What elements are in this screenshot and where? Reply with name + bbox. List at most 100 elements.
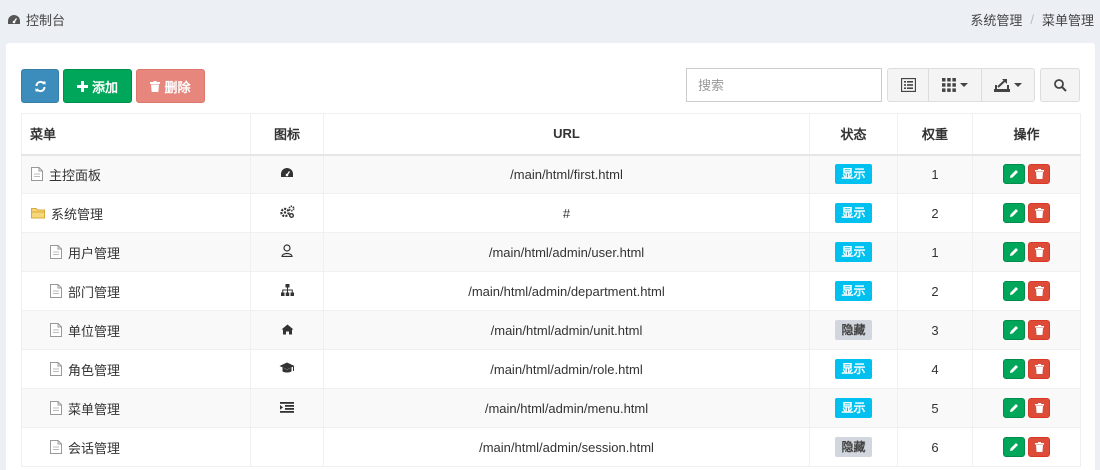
url-cell: /main/html/admin/role.html — [323, 349, 810, 389]
table-row[interactable]: 系统管理 # 显示 2 — [21, 193, 1081, 233]
delete-button[interactable]: 删除 — [136, 69, 205, 103]
delete-row-button[interactable] — [1028, 242, 1050, 262]
status-cell: 显示 — [809, 388, 898, 428]
menu-name: 会话管理 — [68, 440, 121, 456]
url-cell: /main/html/admin/session.html — [323, 427, 810, 467]
chevron-down-icon — [1014, 83, 1022, 87]
breadcrumb-system[interactable]: 系统管理 — [970, 10, 1022, 29]
page-title: 控制台 — [26, 13, 66, 28]
column-header-url[interactable]: URL — [323, 113, 810, 156]
delete-row-button[interactable] — [1028, 164, 1050, 185]
table-row[interactable]: 部门管理 /main/html/admin/department.html 显示… — [21, 271, 1081, 311]
delete-row-button[interactable] — [1028, 359, 1050, 379]
breadcrumb-menu: 菜单管理 — [1041, 13, 1094, 28]
edit-button[interactable] — [1003, 281, 1025, 301]
dashboard-breadcrumb[interactable]: 控制台 — [7, 10, 65, 29]
graduation-cap-icon — [279, 362, 295, 374]
table-row[interactable]: 用户管理 /main/html/admin/user.html 显示 1 — [21, 232, 1081, 272]
table-row[interactable]: 会话管理 /main/html/admin/session.html 隐藏 6 — [21, 427, 1081, 467]
column-header-weight[interactable]: 权重 — [897, 113, 973, 156]
search-icon — [1053, 78, 1067, 92]
url-cell: # — [323, 193, 810, 233]
table-row[interactable]: 单位管理 /main/html/admin/unit.html 隐藏 3 — [21, 310, 1081, 350]
url-cell: /main/html/admin/unit.html — [323, 310, 810, 350]
icon-cell — [250, 154, 324, 194]
edit-button[interactable] — [1003, 164, 1025, 185]
actions-cell — [972, 388, 1081, 428]
add-button[interactable]: 添加 — [63, 69, 132, 103]
file-icon — [50, 323, 62, 337]
weight-cell: 2 — [897, 271, 973, 311]
edit-button[interactable] — [1003, 437, 1025, 457]
delete-row-button[interactable] — [1028, 281, 1050, 301]
list-icon — [900, 78, 916, 92]
edit-button[interactable] — [1003, 203, 1025, 223]
pencil-icon — [1010, 287, 1018, 295]
status-badge: 显示 — [835, 398, 872, 418]
dashboard-icon — [280, 167, 294, 179]
trash-icon — [150, 80, 161, 92]
table-row[interactable]: 菜单管理 /main/html/admin/menu.html 显示 5 — [21, 388, 1081, 428]
status-badge: 显示 — [835, 203, 872, 223]
grid-icon — [942, 78, 956, 92]
weight-cell: 1 — [897, 154, 973, 194]
folder-icon — [31, 207, 45, 219]
icon-cell — [250, 310, 324, 350]
pencil-icon — [1010, 248, 1018, 256]
refresh-button[interactable] — [21, 69, 59, 103]
delete-row-button[interactable] — [1028, 437, 1050, 457]
weight-cell: 5 — [897, 388, 973, 428]
menu-name: 菜单管理 — [68, 401, 121, 417]
trash-icon — [1034, 247, 1044, 257]
menu-cell: 系统管理 — [21, 193, 251, 233]
status-badge: 显示 — [835, 359, 872, 379]
column-header-menu[interactable]: 菜单 — [21, 113, 251, 156]
menu-table: 菜单 图标 URL 状态 权重 操作 主控面板 /main/html/first… — [21, 113, 1081, 467]
edit-button[interactable] — [1003, 398, 1025, 418]
home-icon — [281, 324, 294, 335]
column-header-actions[interactable]: 操作 — [972, 113, 1081, 156]
sitemap-icon — [280, 283, 294, 296]
delete-row-button[interactable] — [1028, 203, 1050, 223]
actions-cell — [972, 154, 1081, 194]
table-row[interactable]: 主控面板 /main/html/first.html 显示 1 — [21, 154, 1081, 194]
icon-cell — [250, 232, 324, 272]
weight-cell: 3 — [897, 310, 973, 350]
icon-cell — [250, 271, 324, 311]
edit-button[interactable] — [1003, 320, 1025, 340]
add-label: 添加 — [91, 79, 118, 95]
delete-row-button[interactable] — [1028, 398, 1050, 418]
breadcrumb: 系统管理 / 菜单管理 — [970, 10, 1094, 29]
status-cell: 隐藏 — [809, 310, 898, 350]
trash-icon — [1034, 442, 1044, 452]
search-button[interactable] — [1040, 68, 1080, 102]
plus-icon — [76, 80, 88, 92]
trash-icon — [1034, 325, 1044, 335]
icon-cell — [250, 388, 324, 428]
menu-name: 单位管理 — [68, 323, 121, 339]
edit-button[interactable] — [1003, 242, 1025, 262]
export-dropdown[interactable] — [981, 68, 1035, 102]
delete-row-button[interactable] — [1028, 320, 1050, 340]
url-cell: /main/html/first.html — [323, 154, 810, 194]
status-cell: 显示 — [809, 271, 898, 311]
menu-name: 角色管理 — [68, 362, 121, 378]
edit-button[interactable] — [1003, 359, 1025, 379]
delete-label: 删除 — [164, 79, 191, 95]
toggle-view-button[interactable] — [887, 68, 929, 102]
table-header-row: 菜单 图标 URL 状态 权重 操作 — [21, 113, 1081, 156]
menu-cell: 单位管理 — [21, 310, 251, 350]
pencil-icon — [1010, 365, 1018, 373]
indent-icon — [280, 401, 294, 413]
search-input[interactable] — [686, 68, 882, 102]
menu-name: 部门管理 — [68, 284, 121, 300]
columns-dropdown[interactable] — [928, 68, 982, 102]
status-badge: 隐藏 — [835, 437, 872, 457]
trash-icon — [1034, 286, 1044, 296]
table-row[interactable]: 角色管理 /main/html/admin/role.html 显示 4 — [21, 349, 1081, 389]
column-header-icon[interactable]: 图标 — [250, 113, 324, 156]
menu-cell: 角色管理 — [21, 349, 251, 389]
status-badge: 显示 — [835, 242, 872, 262]
column-header-status[interactable]: 状态 — [809, 113, 898, 156]
pencil-icon — [1010, 209, 1018, 217]
